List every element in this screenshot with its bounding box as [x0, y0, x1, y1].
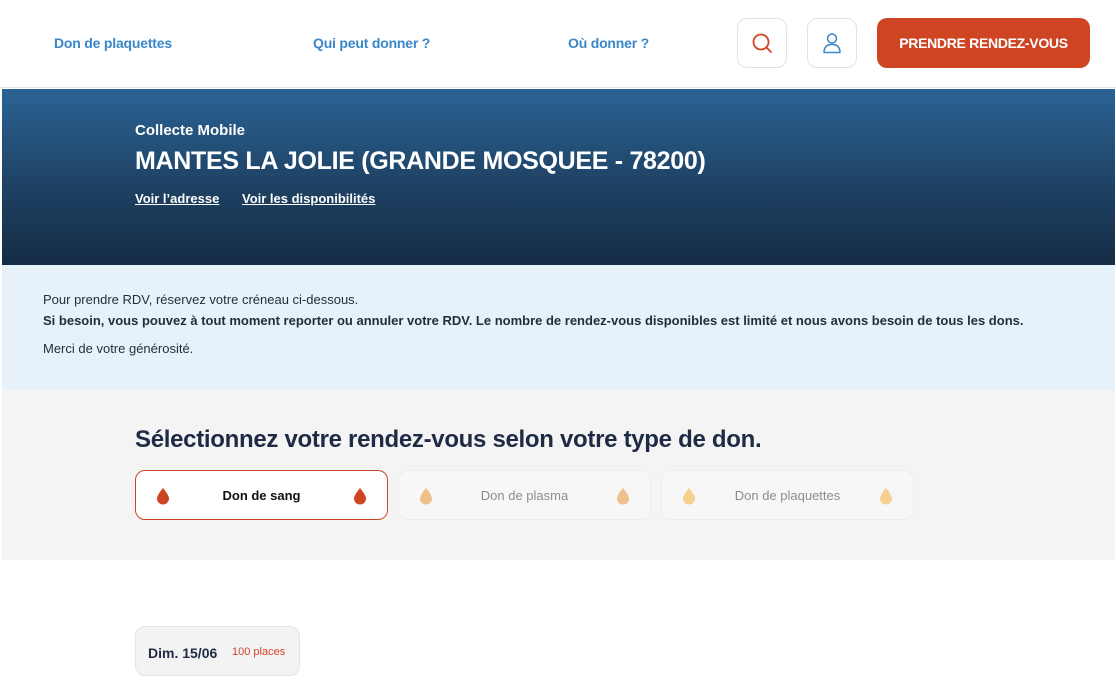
search-icon	[752, 33, 772, 53]
don-de-plaquettes-option[interactable]: Don de plaquettes	[661, 470, 914, 520]
date-slot-date: Dim. 15/06	[148, 645, 218, 661]
top-navigation: Don de plaquettes Qui peut donner ? Où d…	[0, 0, 1116, 88]
collecte-hero: Collecte Mobile MANTES LA JOLIE (GRANDE …	[2, 89, 1115, 265]
collecte-type: Collecte Mobile	[135, 122, 246, 139]
selection-title: Sélectionnez votre rendez-vous selon vot…	[135, 426, 762, 453]
don-de-plaquettes-label: Don de plaquettes	[734, 487, 841, 503]
info-banner: Pour prendre RDV, réservez votre créneau…	[2, 265, 1115, 390]
nav-link-ou-donner[interactable]: Où donner ?	[568, 35, 649, 51]
plaquettes-drop-icon	[683, 488, 695, 505]
blood-drop-icon	[354, 488, 366, 505]
plasma-drop-icon	[617, 488, 629, 505]
info-line-3: Merci de votre générosité.	[43, 341, 194, 356]
plasma-drop-icon	[420, 488, 432, 505]
voir-disponibilites-link[interactable]: Voir les disponibilités	[242, 191, 375, 206]
page-title: MANTES LA JOLIE (GRANDE MOSQUEE - 78200)	[135, 147, 706, 175]
don-de-sang-label: Don de sang	[222, 487, 301, 503]
blood-drop-icon	[157, 488, 169, 505]
nav-link-qui-peut-donner[interactable]: Qui peut donner ?	[313, 35, 430, 51]
don-de-plasma-option[interactable]: Don de plasma	[398, 470, 651, 520]
voir-adresse-link[interactable]: Voir l’adresse	[135, 191, 219, 206]
search-button[interactable]	[737, 18, 787, 68]
info-line-1: Pour prendre RDV, réservez votre créneau…	[43, 292, 359, 307]
dates-section: Dim. 15/06 100 places	[2, 560, 1115, 686]
plaquettes-drop-icon	[880, 488, 892, 505]
user-icon	[823, 33, 841, 54]
prendre-rendez-vous-button[interactable]: PRENDRE RENDEZ-VOUS	[877, 18, 1090, 68]
date-slot-places: 100 places	[232, 646, 286, 658]
account-button[interactable]	[807, 18, 857, 68]
don-de-sang-option[interactable]: Don de sang	[135, 470, 388, 520]
don-type-selection: Sélectionnez votre rendez-vous selon vot…	[2, 390, 1115, 560]
info-line-2: Si besoin, vous pouvez à tout moment rep…	[43, 313, 1024, 328]
date-slot-card[interactable]: Dim. 15/06 100 places	[135, 626, 300, 676]
nav-link-don-de-plaquettes[interactable]: Don de plaquettes	[54, 35, 172, 51]
don-de-plasma-label: Don de plasma	[480, 487, 569, 503]
